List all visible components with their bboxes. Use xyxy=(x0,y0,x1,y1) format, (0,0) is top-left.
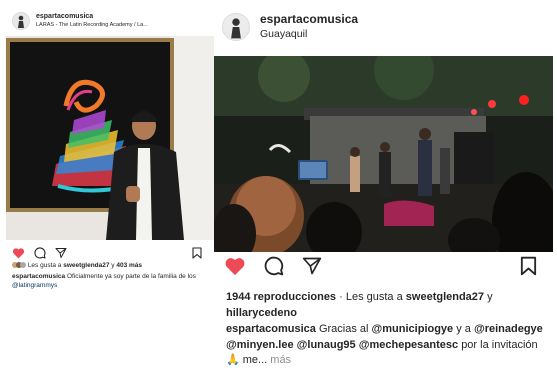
left-location[interactable]: LARAS - The Latin Recording Academy / La… xyxy=(36,21,148,30)
left-post-header: espartacomusica LARAS - The Latin Record… xyxy=(12,12,148,30)
left-photo-scene xyxy=(6,36,216,240)
right-likes-block: 1944 reproducciones · Les gusta a sweetg… xyxy=(226,290,548,321)
concert-scene xyxy=(214,56,553,252)
left-post: espartacomusica LARAS - The Latin Record… xyxy=(6,6,216,296)
right-mention-4[interactable]: @lunaug95 xyxy=(297,339,356,351)
left-caption-text: Oficialmente ya soy parte de la familia … xyxy=(66,273,196,280)
right-mention-1[interactable]: @municipiogye xyxy=(372,323,454,335)
right-location[interactable]: Guayaquil xyxy=(260,27,358,42)
right-likes-user2[interactable]: hillarycedeno xyxy=(226,307,297,319)
right-likes-user1[interactable]: sweetglenda27 xyxy=(406,291,484,303)
save-bookmark-icon[interactable] xyxy=(192,246,202,264)
right-avatar[interactable] xyxy=(222,13,250,41)
save-bookmark-icon[interactable] xyxy=(520,256,537,281)
right-post-video[interactable] xyxy=(214,56,553,252)
left-caption-tag[interactable]: @latingrammys xyxy=(12,282,57,289)
right-avatar-figure xyxy=(223,14,249,40)
like-heart-icon[interactable] xyxy=(224,256,246,281)
right-mention-3[interactable]: @minyen.lee xyxy=(226,339,294,351)
left-caption: espartacomusica Oficialmente ya soy part… xyxy=(12,272,208,290)
praying-hands-emoji: 🙏 xyxy=(226,354,240,366)
right-views-count[interactable]: 1944 reproducciones xyxy=(226,291,336,303)
right-caption-user[interactable]: espartacomusica xyxy=(226,323,316,335)
right-likes-prefix: · Les gusta a xyxy=(339,291,403,303)
right-mention-2[interactable]: @reinadegye xyxy=(474,323,543,335)
right-caption-t3: por la invitación xyxy=(461,338,538,351)
liker-avatars xyxy=(12,262,26,268)
left-avatar-figure xyxy=(13,13,29,29)
comment-icon[interactable] xyxy=(264,256,284,281)
more-link[interactable]: más xyxy=(270,354,291,366)
left-avatar[interactable] xyxy=(12,12,30,30)
right-caption-t4: me... xyxy=(242,354,268,366)
right-post: espartacomusica Guayaquil 1944 reproducc… xyxy=(214,6,553,368)
left-likes-prefix: Les gusta a xyxy=(27,262,62,269)
left-likes-line: Les gusta a sweetglenda27 y 403 más xyxy=(12,262,142,270)
right-caption-t2: y a xyxy=(456,323,471,335)
left-username[interactable]: espartacomusica xyxy=(36,12,148,21)
left-post-photo[interactable] xyxy=(6,36,216,240)
left-likes-user[interactable]: sweetglenda27 xyxy=(63,262,109,269)
right-action-bar xyxy=(224,256,322,281)
right-likes-connector: y xyxy=(487,291,493,303)
right-caption: espartacomusica Gracias al @municipiogye… xyxy=(226,322,548,368)
right-caption-t1: Gracias al xyxy=(318,323,369,335)
right-post-header: espartacomusica Guayaquil xyxy=(222,12,358,42)
left-likes-connector: y xyxy=(111,262,115,269)
right-username[interactable]: espartacomusica xyxy=(260,12,358,27)
share-icon[interactable] xyxy=(302,256,322,281)
left-caption-user[interactable]: espartacomusica xyxy=(12,273,65,280)
left-likes-count[interactable]: 403 más xyxy=(116,262,142,269)
right-mention-5[interactable]: @mechepesantesc xyxy=(359,339,458,351)
